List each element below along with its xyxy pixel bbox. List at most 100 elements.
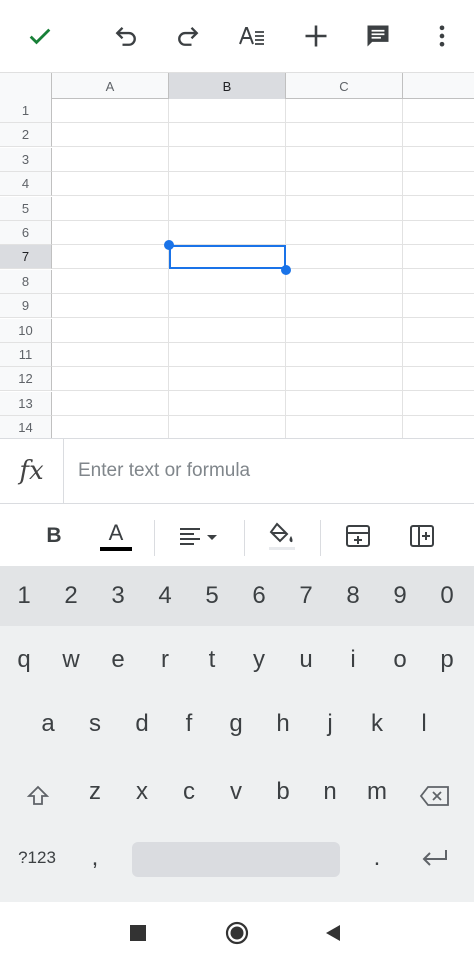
key-0[interactable]: 0 (425, 574, 469, 618)
row-header-3[interactable]: 3 (0, 148, 52, 172)
key-a[interactable]: a (26, 702, 70, 746)
key-m[interactable]: m (355, 770, 399, 814)
table-row[interactable] (52, 392, 474, 416)
column-header-row: A B C (0, 72, 474, 99)
key-b[interactable]: b (261, 770, 305, 814)
key-7[interactable]: 7 (284, 574, 328, 618)
table-row[interactable] (52, 294, 474, 318)
selection-handle-top-left[interactable] (164, 240, 174, 250)
key-f[interactable]: f (167, 702, 211, 746)
row-header-6[interactable]: 6 (0, 221, 52, 245)
key-1[interactable]: 1 (2, 574, 46, 618)
fill-color-icon[interactable] (264, 516, 300, 556)
cell-selection-b7[interactable] (169, 245, 286, 269)
redo-icon[interactable] (168, 16, 208, 56)
key-3[interactable]: 3 (96, 574, 140, 618)
table-row[interactable] (52, 148, 474, 172)
key-z[interactable]: z (73, 770, 117, 814)
row-header-2[interactable]: 2 (0, 123, 52, 147)
row-header-9[interactable]: 9 (0, 294, 52, 318)
recents-icon[interactable] (121, 916, 155, 950)
format-toolbar: B A (0, 504, 474, 566)
column-header-c[interactable]: C (286, 73, 403, 99)
row-header-11[interactable]: 11 (0, 343, 52, 367)
key-t[interactable]: t (190, 638, 234, 682)
key-n[interactable]: n (308, 770, 352, 814)
align-icon[interactable] (176, 516, 224, 556)
key-9[interactable]: 9 (378, 574, 422, 618)
key-s[interactable]: s (73, 702, 117, 746)
key-w[interactable]: w (49, 638, 93, 682)
key-6[interactable]: 6 (237, 574, 281, 618)
table-row[interactable] (52, 99, 474, 123)
select-all-corner[interactable] (0, 73, 52, 99)
key-x[interactable]: x (120, 770, 164, 814)
key-2[interactable]: 2 (49, 574, 93, 618)
key-u[interactable]: u (284, 638, 328, 682)
key-y[interactable]: y (237, 638, 281, 682)
insert-column-icon[interactable] (404, 516, 440, 556)
period-key[interactable]: . (362, 838, 392, 878)
column-header-b[interactable]: B (169, 73, 286, 99)
space-key[interactable] (132, 842, 340, 877)
row-header-1[interactable]: 1 (0, 99, 52, 123)
shift-key[interactable] (18, 774, 58, 818)
table-row[interactable] (52, 197, 474, 221)
row-header-12[interactable]: 12 (0, 367, 52, 391)
symbols-key[interactable]: ?123 (8, 838, 66, 878)
insert-row-icon[interactable] (340, 516, 376, 556)
key-p[interactable]: p (425, 638, 469, 682)
key-i[interactable]: i (331, 638, 375, 682)
selection-handle-bottom-right[interactable] (281, 265, 291, 275)
key-g[interactable]: g (214, 702, 258, 746)
table-row[interactable] (52, 172, 474, 196)
text-color-icon[interactable]: A (98, 516, 134, 556)
table-row[interactable] (52, 270, 474, 294)
table-row[interactable] (52, 221, 474, 245)
undo-icon[interactable] (106, 16, 146, 56)
spreadsheet-grid[interactable]: A B C 1 2 3 4 5 6 7 8 9 10 11 12 13 14 (0, 72, 474, 438)
add-icon[interactable] (296, 16, 336, 56)
key-j[interactable]: j (308, 702, 352, 746)
key-d[interactable]: d (120, 702, 164, 746)
home-icon[interactable] (220, 916, 254, 950)
row-header-10[interactable]: 10 (0, 319, 52, 343)
check-icon[interactable] (20, 16, 60, 56)
text-format-icon[interactable] (232, 16, 272, 56)
key-h[interactable]: h (261, 702, 305, 746)
enter-key[interactable] (414, 838, 456, 878)
comment-icon[interactable] (358, 16, 398, 56)
bold-icon[interactable]: B (36, 516, 72, 556)
column-header-d[interactable] (403, 73, 474, 99)
row-header-5[interactable]: 5 (0, 197, 52, 221)
key-5[interactable]: 5 (190, 574, 234, 618)
backspace-key[interactable] (414, 774, 456, 818)
row-header-8[interactable]: 8 (0, 270, 52, 294)
column-header-a[interactable]: A (52, 73, 169, 99)
table-row[interactable] (52, 319, 474, 343)
key-k[interactable]: k (355, 702, 399, 746)
row-header-13[interactable]: 13 (0, 392, 52, 416)
table-row[interactable] (52, 123, 474, 147)
top-toolbar (0, 0, 474, 72)
more-vert-icon[interactable] (422, 16, 462, 56)
table-row[interactable] (52, 416, 474, 438)
key-q[interactable]: q (2, 638, 46, 682)
key-l[interactable]: l (402, 702, 446, 746)
key-c[interactable]: c (167, 770, 211, 814)
key-e[interactable]: e (96, 638, 140, 682)
comma-key[interactable]: , (80, 838, 110, 878)
table-row[interactable] (52, 343, 474, 367)
back-icon[interactable] (316, 916, 350, 950)
key-4[interactable]: 4 (143, 574, 187, 618)
table-row[interactable] (52, 367, 474, 391)
formula-input[interactable] (64, 439, 474, 503)
row-header-7[interactable]: 7 (0, 245, 52, 269)
row-header-14[interactable]: 14 (0, 416, 52, 438)
row-header-4[interactable]: 4 (0, 172, 52, 196)
key-8[interactable]: 8 (331, 574, 375, 618)
key-v[interactable]: v (214, 770, 258, 814)
key-o[interactable]: o (378, 638, 422, 682)
key-r[interactable]: r (143, 638, 187, 682)
fx-icon[interactable]: fx (0, 439, 64, 503)
